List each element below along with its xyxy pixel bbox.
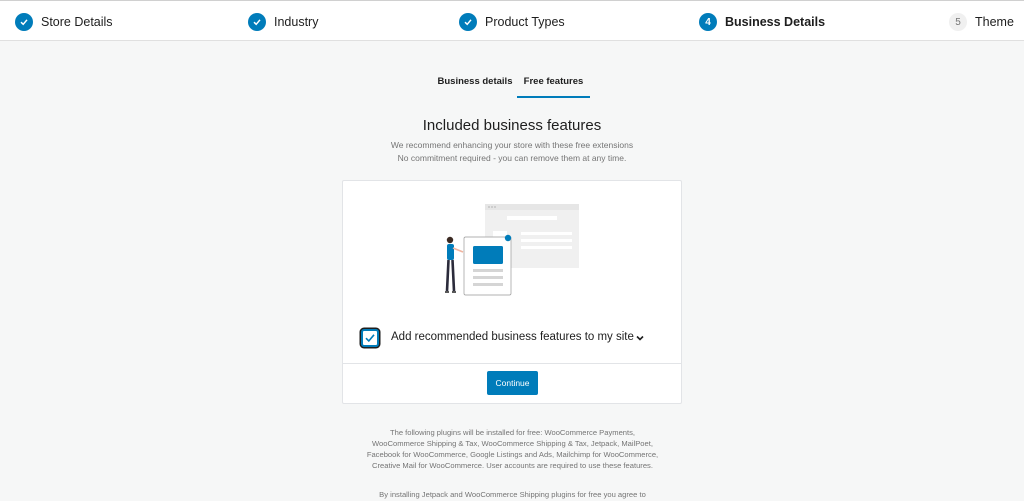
page-subtitle-line2: No commitment required - you can remove … [397,153,627,163]
checkmark-icon [248,13,266,31]
features-card: Add recommended business features to my … [342,180,682,404]
step-label: Industry [274,15,319,29]
step-number: 5 [949,13,967,31]
tab-bar: Business details Free features [0,70,1024,98]
step-number: 4 [699,13,717,31]
page-title: Included business features [422,117,602,134]
checkmark-icon [459,13,477,31]
step-store-details[interactable]: Store Details [15,12,113,32]
step-theme[interactable]: 5 Theme [949,12,1014,32]
chevron-down-icon[interactable] [635,333,645,343]
card-divider [343,363,681,364]
checkmark-icon [365,334,375,343]
tab-business-details[interactable]: Business details [436,70,514,98]
checkmark-icon [15,13,33,31]
page-subtitle-line1: We recommend enhancing your store with t… [390,140,634,150]
continue-button[interactable]: Continue [487,371,538,395]
step-label: Business Details [725,15,826,29]
add-features-label[interactable]: Add recommended business features to my … [391,331,634,343]
step-business-details[interactable]: 4 Business Details [699,12,825,32]
terms-note: By installing Jetpack and WooCommerce Sh… [379,490,646,499]
step-label: Product Types [485,15,565,29]
step-label: Theme [975,15,1014,29]
step-label: Store Details [41,15,113,29]
step-industry[interactable]: Industry [248,12,318,32]
add-features-checkbox[interactable] [361,329,379,347]
business-features-illustration [445,204,579,296]
tab-free-features[interactable]: Free features [517,70,590,98]
plugins-install-note: The following plugins will be installed … [366,428,659,470]
step-product-types[interactable]: Product Types [459,12,565,32]
setup-stepper: Store Details Industry Product Types 4 B… [0,0,1024,41]
